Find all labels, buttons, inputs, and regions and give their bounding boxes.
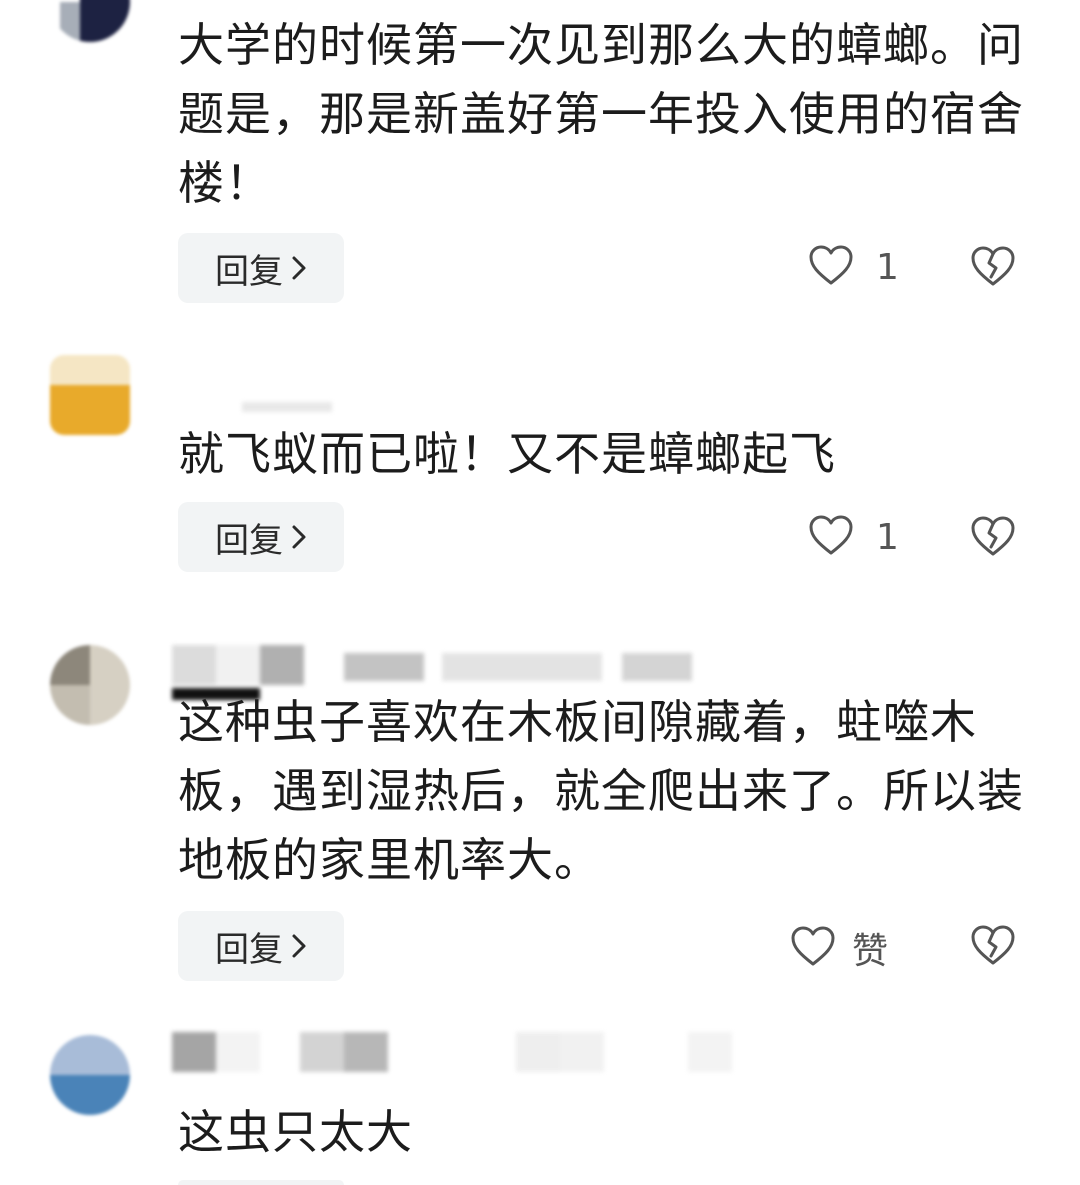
like-count: 1 <box>876 516 899 558</box>
avatar[interactable] <box>50 645 130 725</box>
heart-outline-icon <box>808 244 854 290</box>
reply-button[interactable]: 回复 <box>178 233 344 303</box>
avatar[interactable] <box>50 0 130 42</box>
reply-button[interactable]: 回复 <box>178 502 344 572</box>
chevron-right-icon <box>291 524 307 550</box>
dislike-button[interactable] <box>970 515 1016 561</box>
user-meta <box>172 1032 742 1076</box>
dislike-button[interactable] <box>970 245 1016 291</box>
comment-text: 就飞蚁而已啦！又不是蟑螂起飞 <box>178 427 836 481</box>
broken-heart-icon <box>970 246 1016 291</box>
avatar[interactable] <box>50 355 130 435</box>
heart-outline-icon <box>790 925 836 971</box>
reply-button-partial[interactable] <box>178 1180 344 1185</box>
avatar[interactable] <box>50 1035 130 1115</box>
broken-heart-icon <box>970 516 1016 561</box>
reply-label: 回复 <box>215 520 283 561</box>
comment-text: 这种虫子喜欢在木板间隙藏着，蛀噬木板，遇到湿热后，就全爬出来了。所以装地板的家里… <box>178 695 1024 887</box>
chevron-right-icon <box>291 255 307 281</box>
reply-label: 回复 <box>215 251 283 292</box>
heart-outline-icon <box>808 514 854 560</box>
comment-text: 大学的时候第一次见到那么大的蟑螂。问题是，那是新盖好第一年投入使用的宿舍楼！ <box>178 18 1024 210</box>
like-button[interactable]: 赞 <box>790 922 888 974</box>
reply-label: 回复 <box>215 929 283 970</box>
dislike-button[interactable] <box>970 924 1016 970</box>
like-button[interactable]: 1 <box>808 244 899 290</box>
like-count: 1 <box>876 246 899 288</box>
comment-text: 这虫只太大 <box>178 1105 413 1159</box>
broken-heart-icon <box>970 925 1016 970</box>
user-meta <box>172 645 712 689</box>
like-button[interactable]: 1 <box>808 514 899 560</box>
like-label: 赞 <box>852 931 889 972</box>
chevron-right-icon <box>291 933 307 959</box>
reply-button[interactable]: 回复 <box>178 911 344 981</box>
